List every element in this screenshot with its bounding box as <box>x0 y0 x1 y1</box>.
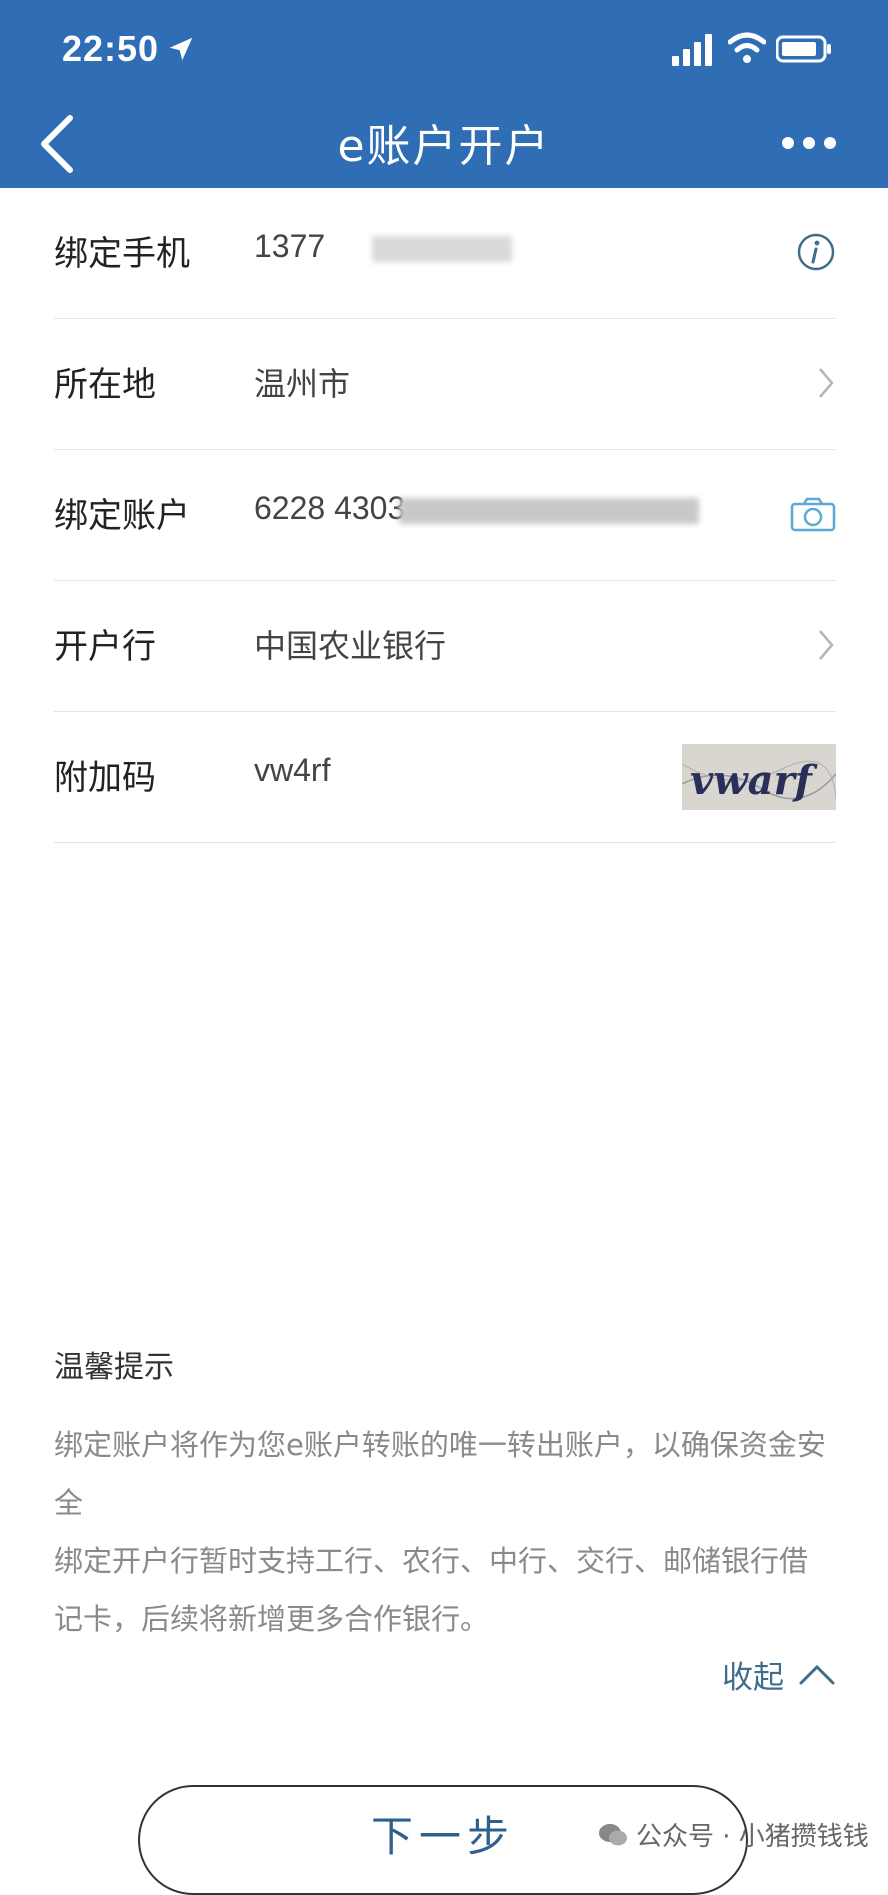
camera-icon[interactable] <box>790 496 836 532</box>
bank-value: 中国农业银行 <box>254 628 447 664</box>
account-value: 6228 4303 <box>254 490 406 526</box>
account-form: 绑定手机 1377 所在地 温州市 绑定账户 6228 4303 开户行 中国农… <box>54 188 836 843</box>
form-row-captcha[interactable]: 附加码 vw4rf vwarf <box>54 712 836 843</box>
form-row-location[interactable]: 所在地 温州市 <box>54 319 836 450</box>
collapse-button[interactable]: 收起 <box>722 1652 836 1697</box>
chevron-right-icon <box>819 630 834 660</box>
signal-icon <box>672 34 712 66</box>
tips-line: 记卡，后续将新增更多合作银行。 <box>54 1602 490 1636</box>
bank-label: 开户行 <box>54 627 156 667</box>
tips-line: 绑定账户将作为您e账户转账的唯一转出账户，以确保资金安 <box>54 1428 826 1462</box>
app-header: 22:50 e账户开户 <box>0 0 888 188</box>
captcha-text: vwarf <box>690 757 818 804</box>
wechat-icon <box>599 1823 627 1845</box>
form-row-phone[interactable]: 绑定手机 1377 <box>54 188 836 319</box>
status-time: 22:50 <box>62 28 160 69</box>
more-menu-button[interactable] <box>780 130 838 156</box>
tips-line: 绑定开户行暂时支持工行、农行、中行、交行、邮储银行借 <box>54 1544 809 1578</box>
chevron-up-icon <box>799 1664 835 1684</box>
chevron-right-icon <box>819 368 834 398</box>
collapse-label: 收起 <box>722 1660 784 1696</box>
watermark: 公众号 · 小猪攒钱钱 <box>598 1816 869 1853</box>
info-icon[interactable] <box>796 232 836 272</box>
tips-title: 温馨提示 <box>54 1350 174 1385</box>
watermark-text: 公众号 · 小猪攒钱钱 <box>636 1822 869 1852</box>
phone-label: 绑定手机 <box>54 234 190 274</box>
location-value: 温州市 <box>254 366 351 402</box>
captcha-input[interactable]: vw4rf <box>254 752 330 789</box>
captcha-label: 附加码 <box>54 758 156 798</box>
masked-phone-digits <box>372 236 512 262</box>
page-title: e账户开户 <box>337 121 551 172</box>
form-row-bank[interactable]: 开户行 中国农业银行 <box>54 581 836 712</box>
phone-value: 1377 <box>254 228 326 264</box>
battery-icon <box>776 35 831 63</box>
wifi-icon <box>728 32 766 63</box>
tips-line: 全 <box>54 1486 84 1520</box>
location-label: 所在地 <box>54 365 156 405</box>
account-label: 绑定账户 <box>54 496 190 536</box>
location-arrow-icon <box>169 37 193 61</box>
captcha-image[interactable]: vwarf <box>682 744 836 810</box>
masked-account-digits <box>399 498 699 524</box>
form-row-account[interactable]: 绑定账户 6228 4303 <box>54 450 836 581</box>
